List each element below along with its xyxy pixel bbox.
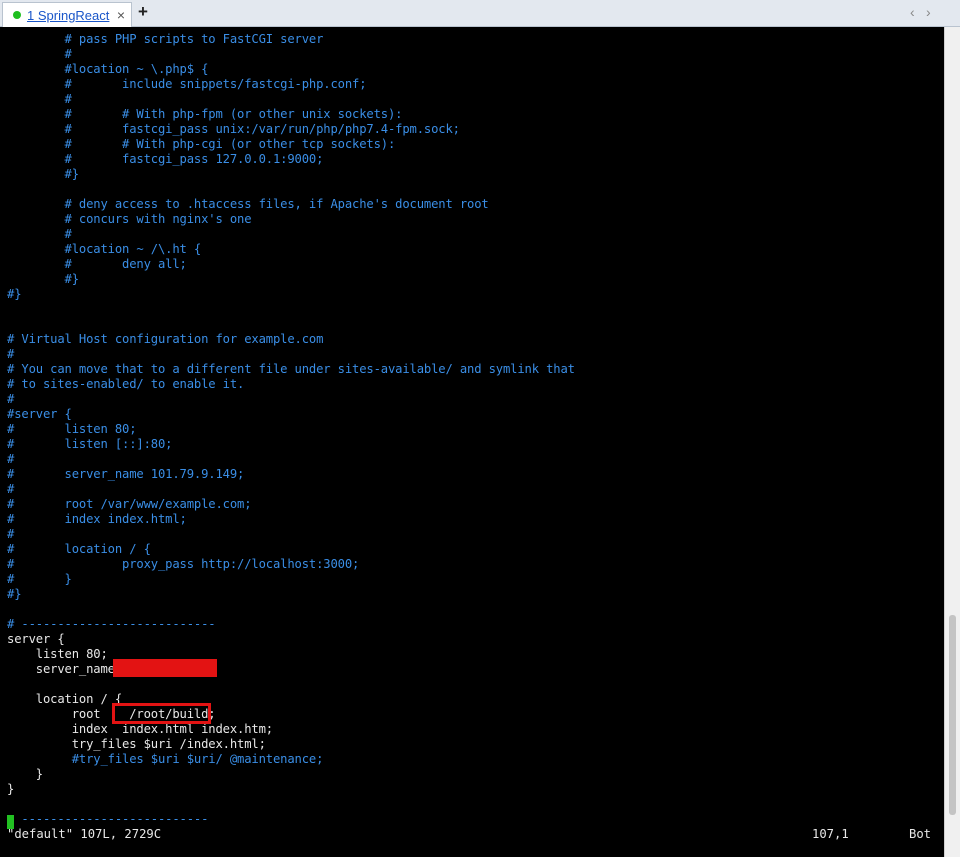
terminal-line: # root /var/www/example.com; (7, 497, 252, 511)
terminal-line: } (7, 782, 15, 796)
terminal-area[interactable]: --------------------------} } #try_files… (0, 27, 944, 857)
terminal-line: # (7, 527, 15, 541)
terminal-line: } (7, 767, 43, 781)
terminal-line: # include snippets/fastcgi-php.conf; (7, 77, 367, 91)
terminal-line: # (7, 227, 72, 241)
session-tab[interactable]: 1 SpringReact × (2, 2, 132, 27)
terminal-line: # # With php-fpm (or other unix sockets)… (7, 107, 403, 121)
terminal-line: # deny all; (7, 257, 187, 271)
new-tab-button[interactable]: + (138, 2, 148, 22)
scrollbar-thumb[interactable] (949, 615, 956, 815)
terminal-line: # to sites-enabled/ to enable it. (7, 377, 245, 391)
terminal-line: #location ~ /\.ht { (7, 242, 202, 256)
terminal-line: # } (7, 572, 72, 586)
terminal-line: -------------------------- (7, 812, 209, 826)
terminal-line: # fastcgi_pass 127.0.0.1:9000; (7, 152, 324, 166)
terminal-line: location / { (7, 692, 122, 706)
terminal-line: #server { (7, 407, 72, 421)
terminal-line: # listen 80; (7, 422, 137, 436)
terminal-line: #} (7, 287, 22, 301)
session-tab-label: 1 SpringReact (27, 7, 110, 23)
terminal-line: # proxy_pass http://localhost:3000; (7, 557, 360, 571)
terminal-line: # server_name 101.79.9.149; (7, 467, 245, 481)
terminal-line: listen 80; (7, 647, 108, 661)
terminal-line: # index index.html; (7, 512, 187, 526)
terminal-line: # (7, 482, 15, 496)
terminal-line: # Virtual Host configuration for example… (7, 332, 324, 346)
terminal-line: # (7, 92, 72, 106)
terminal-line: # (7, 452, 15, 466)
status-cursor-position: 107,1 (812, 827, 849, 841)
terminal-line: # listen [::]:80; (7, 437, 173, 451)
highlight-root-path-box (112, 703, 211, 724)
scroll-tabs-right-icon[interactable]: › (926, 4, 931, 20)
terminal-line: #} (7, 272, 80, 286)
vertical-scrollbar[interactable] (944, 27, 960, 857)
terminal-line: # # With php-cgi (or other tcp sockets): (7, 137, 396, 151)
redacted-server-name (113, 659, 217, 677)
terminal-line: server { (7, 632, 65, 646)
terminal-line: try_files $uri /index.html; (7, 737, 266, 751)
terminal-line: #} (7, 167, 80, 181)
terminal-line: # (7, 47, 72, 61)
scroll-tabs-left-icon[interactable]: ‹ (910, 4, 915, 20)
terminal-line: index index.html index.htm; (7, 722, 273, 736)
terminal-line: # location / { (7, 542, 151, 556)
terminal-line: # --------------------------- (7, 617, 216, 631)
terminal-line: server_name (7, 662, 115, 676)
terminal-line: #} (7, 587, 22, 601)
terminal-line: # concurs with nginx's one (7, 212, 252, 226)
terminal-line: # fastcgi_pass unix:/var/run/php/php7.4-… (7, 122, 460, 136)
terminal-line: #location ~ \.php$ { (7, 62, 209, 76)
status-scroll-position: Bot (909, 827, 932, 841)
terminal-line: # You can move that to a different file … (7, 362, 575, 376)
terminal-line: # (7, 347, 15, 361)
terminal-line: #try_files $uri $uri/ @maintenance; (7, 752, 324, 766)
status-file-info: "default" 107L, 2729C (7, 827, 162, 841)
terminal-line: # pass PHP scripts to FastCGI server (7, 32, 324, 46)
terminal-line: # deny access to .htaccess files, if Apa… (7, 197, 489, 211)
close-tab-icon[interactable]: × (117, 7, 125, 23)
terminal-line: # (7, 392, 15, 406)
tab-bar: 1 SpringReact × + ‹ › (0, 0, 960, 27)
connection-status-icon (13, 11, 21, 19)
